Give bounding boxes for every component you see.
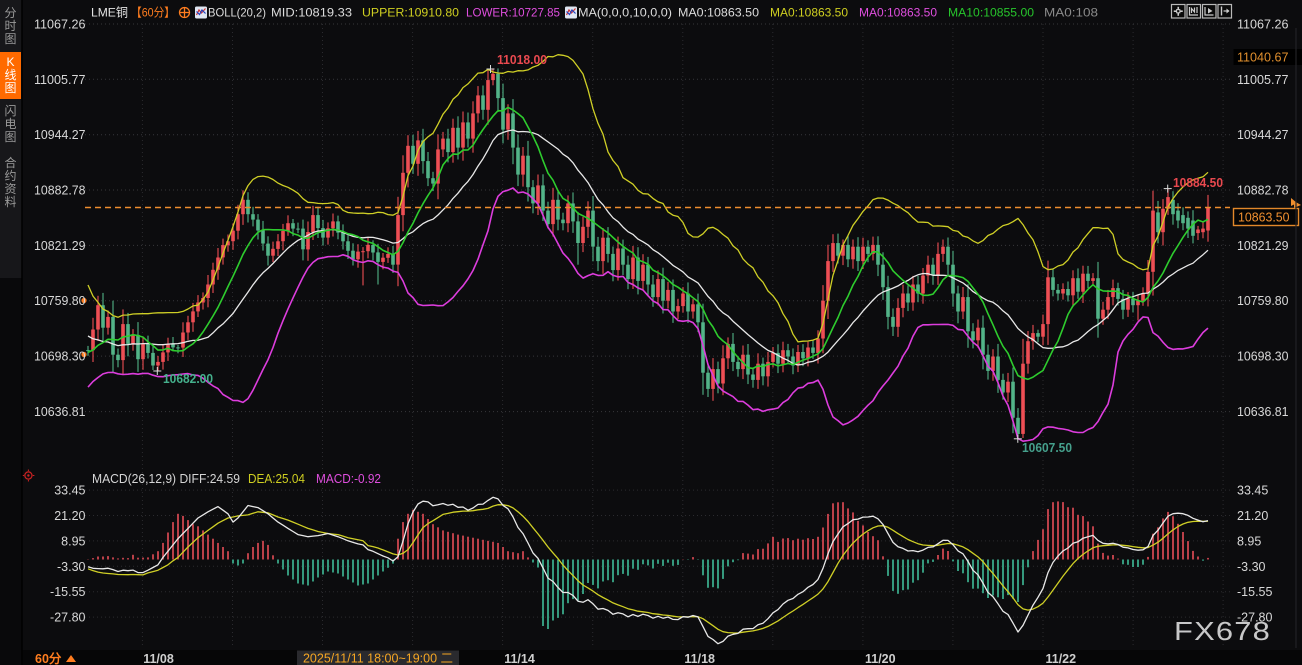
svg-text:11005.77: 11005.77 (1237, 73, 1289, 87)
svg-text:60分: 60分 (35, 651, 62, 665)
svg-text:10944.27: 10944.27 (1237, 128, 1289, 142)
svg-text:-3.30: -3.30 (57, 560, 86, 574)
svg-text:LOWER:10727.85: LOWER:10727.85 (466, 6, 560, 20)
svg-text:10636.81: 10636.81 (1237, 405, 1289, 419)
svg-text:线: 线 (4, 68, 16, 82)
svg-text:【60分】: 【60分】 (131, 6, 175, 20)
svg-text:UPPER:10910.80: UPPER:10910.80 (362, 6, 459, 20)
svg-text:33.45: 33.45 (1237, 484, 1268, 498)
svg-text:11/22: 11/22 (1046, 652, 1077, 665)
svg-text:MA0:10863.50: MA0:10863.50 (859, 6, 937, 20)
svg-text:MA(0,0,0,10,0,0): MA(0,0,0,10,0,0) (578, 6, 672, 20)
svg-text:LME铜: LME铜 (91, 5, 128, 20)
svg-text:电: 电 (4, 117, 16, 131)
svg-text:10884.50: 10884.50 (1173, 176, 1223, 190)
svg-text:11/18: 11/18 (684, 652, 715, 665)
svg-text:MA0:108: MA0:108 (1044, 6, 1098, 20)
svg-text:MACD(26,12,9) DIFF:24.59: MACD(26,12,9) DIFF:24.59 (92, 472, 240, 486)
svg-text:10607.50: 10607.50 (1022, 441, 1072, 455)
svg-text:11067.26: 11067.26 (34, 18, 86, 32)
svg-text:33.45: 33.45 (54, 484, 85, 498)
svg-text:MA0:10863.50: MA0:10863.50 (678, 6, 759, 20)
svg-text:8.95: 8.95 (61, 534, 85, 548)
svg-text:10759.80: 10759.80 (1237, 294, 1289, 308)
svg-text:图: 图 (4, 32, 16, 46)
svg-text:BOLL(20,2): BOLL(20,2) (208, 6, 266, 20)
svg-text:10821.29: 10821.29 (1237, 239, 1289, 253)
svg-text:合: 合 (4, 155, 16, 170)
svg-text:MID:10819.33: MID:10819.33 (271, 6, 352, 20)
svg-text:时: 时 (4, 19, 16, 33)
svg-text:K: K (6, 55, 14, 69)
svg-text:21.20: 21.20 (1237, 509, 1268, 523)
svg-text:11067.26: 11067.26 (1237, 18, 1289, 32)
svg-text:8.95: 8.95 (1237, 534, 1261, 548)
svg-text:MA10:10855.00: MA10:10855.00 (948, 6, 1034, 20)
svg-text:10821.29: 10821.29 (34, 239, 86, 253)
svg-text:图: 图 (4, 130, 16, 144)
svg-text:-27.80: -27.80 (50, 611, 85, 625)
svg-text:11/14: 11/14 (504, 652, 535, 665)
svg-text:MACD:-0.92: MACD:-0.92 (316, 472, 381, 486)
svg-text:-15.55: -15.55 (1237, 585, 1272, 599)
svg-text:资: 资 (4, 182, 16, 196)
svg-text:10682.00: 10682.00 (163, 372, 213, 386)
svg-text:2025/11/11 18:00~19:00 二: 2025/11/11 18:00~19:00 二 (303, 652, 453, 665)
svg-text:10636.81: 10636.81 (34, 405, 86, 419)
svg-text:21.20: 21.20 (54, 509, 85, 523)
svg-text:FX678: FX678 (1174, 616, 1271, 646)
svg-text:11040.67: 11040.67 (1237, 51, 1289, 65)
svg-text:DEA:25.04: DEA:25.04 (248, 472, 305, 486)
svg-text:10698.30: 10698.30 (34, 350, 86, 364)
svg-text:11005.77: 11005.77 (34, 73, 86, 87)
svg-text:10863.50: 10863.50 (1238, 211, 1290, 225)
svg-text:约: 约 (4, 168, 16, 183)
svg-text:MA0:10863.50: MA0:10863.50 (770, 6, 848, 20)
svg-text:11018.00: 11018.00 (497, 53, 547, 67)
svg-text:-15.55: -15.55 (50, 585, 85, 599)
svg-text:10698.30: 10698.30 (1237, 350, 1289, 364)
svg-text:分: 分 (4, 6, 16, 20)
svg-text:10882.78: 10882.78 (1237, 184, 1289, 198)
svg-text:11/08: 11/08 (143, 652, 174, 665)
svg-text:10882.78: 10882.78 (34, 184, 86, 198)
svg-text:11/20: 11/20 (865, 652, 896, 665)
svg-text:10759.80: 10759.80 (34, 294, 86, 308)
svg-text:-3.30: -3.30 (1237, 560, 1266, 574)
svg-text:料: 料 (4, 195, 16, 209)
svg-text:闪: 闪 (4, 104, 16, 118)
svg-text:图: 图 (4, 81, 16, 95)
svg-text:10944.27: 10944.27 (34, 128, 86, 142)
